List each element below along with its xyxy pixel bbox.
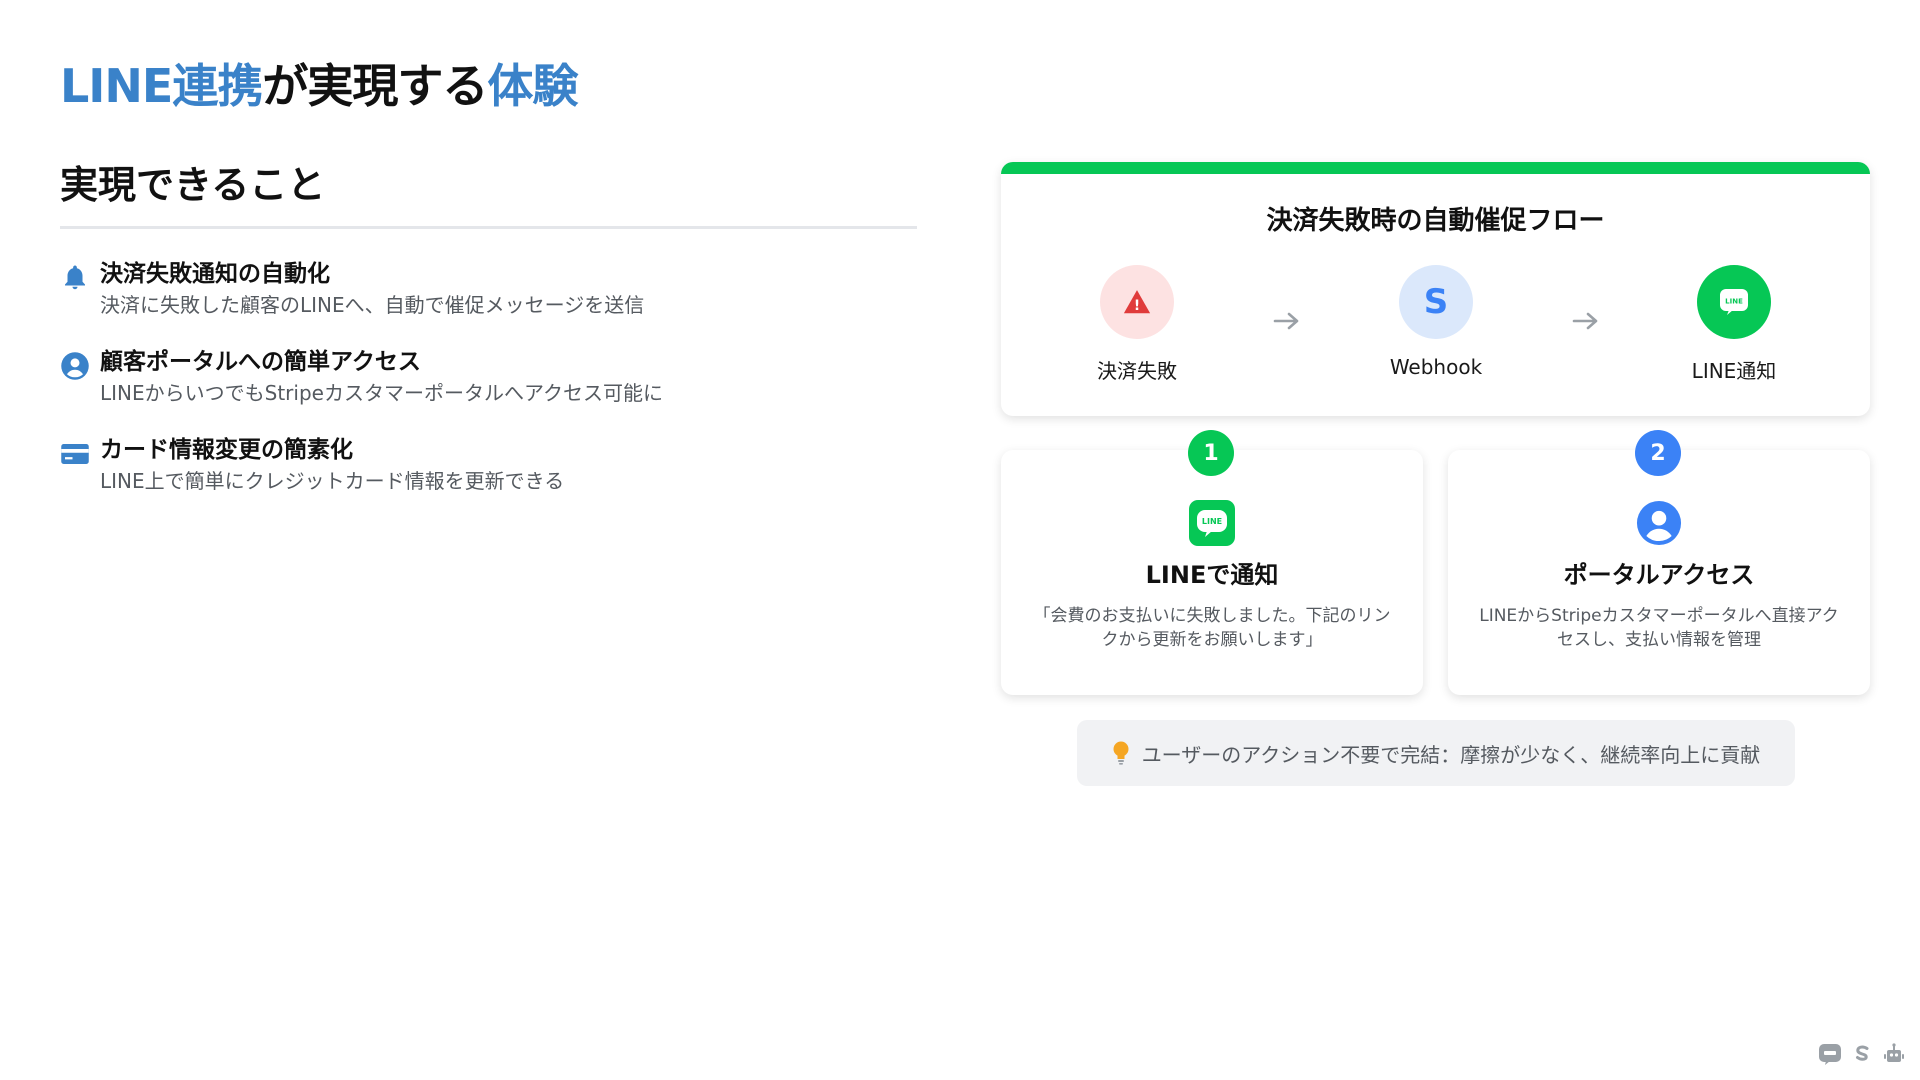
features-divider — [60, 226, 917, 229]
tip-box: ユーザーのアクション不要で完結：摩擦が少なく、継続率向上に貢献 — [1077, 720, 1795, 786]
flow-card-accent-bar — [1001, 162, 1870, 174]
feature-item-portal-access: 顧客ポータルへの簡単アクセス LINEからいつでもStripeカスタマーポータル… — [60, 347, 917, 409]
arrow-right-icon — [1273, 312, 1299, 330]
arrow-right-icon — [1572, 312, 1598, 330]
bell-icon — [65, 265, 85, 290]
feature-desc: 決済に失敗した顧客のLINEへ、自動で催促メッセージを送信 — [100, 293, 645, 317]
flow-step-label: Webhook — [1389, 355, 1483, 379]
robot-icon — [1884, 1043, 1904, 1062]
flow-card: 決済失敗時の自動催促フロー ! 決済失敗 S Webhook LINE LINE… — [1001, 162, 1870, 416]
step-title: LINEで通知 — [1145, 561, 1279, 589]
page-title-middle: が実現する — [262, 59, 488, 113]
stripe-s-icon — [1856, 1045, 1869, 1061]
step-card-line-notify: LINE LINEで通知 「会費のお支払いに失敗しました。下記のリンクから更新を… — [1001, 450, 1423, 695]
lightbulb-icon — [1113, 741, 1129, 765]
warning-icon-mark: ! — [1134, 298, 1140, 314]
flow-step-payment-failed: ! 決済失敗 — [1057, 265, 1217, 384]
line-icon: LINE — [1697, 265, 1771, 339]
line-icon — [1819, 1044, 1841, 1065]
warning-icon: ! — [1100, 265, 1174, 339]
page-title-accent-1: LINE連携 — [60, 59, 263, 113]
line-icon-text: LINE — [1202, 517, 1222, 526]
flow-step-label: 決済失敗 — [1097, 359, 1177, 383]
user-circle-icon — [61, 352, 89, 380]
step-desc: 「会費のお支払いに失敗しました。下記のリンクから更新をお願いします」 — [1033, 606, 1391, 650]
line-icon: LINE — [1189, 500, 1235, 546]
flow-step-webhook: S Webhook — [1356, 265, 1516, 379]
flow-title: 決済失敗時の自動催促フロー — [1266, 206, 1605, 236]
page-title: LINE連携が実現する体験 — [60, 56, 578, 116]
page-title-accent-2: 体験 — [487, 59, 578, 113]
step-badge-1: 1 — [1188, 430, 1234, 476]
line-icon-text: LINE — [1725, 298, 1743, 306]
stripe-s-icon: S — [1399, 265, 1473, 339]
feature-title: カード情報変更の簡素化 — [100, 437, 353, 463]
feature-item-card-update: カード情報変更の簡素化 LINE上で簡単にクレジットカード情報を更新できる — [60, 435, 917, 497]
feature-item-payment-notify: 決済失敗通知の自動化 決済に失敗した顧客のLINEへ、自動で催促メッセージを送信 — [60, 259, 917, 321]
footer-icons — [1818, 1042, 1906, 1066]
flow-step-label: LINE通知 — [1691, 359, 1777, 383]
feature-title: 決済失敗通知の自動化 — [100, 261, 330, 287]
feature-desc: LINEからいつでもStripeカスタマーポータルへアクセス可能に — [100, 381, 663, 405]
stripe-s-letter: S — [1423, 282, 1449, 322]
user-circle-icon — [1636, 500, 1682, 546]
step-badge-2: 2 — [1635, 430, 1681, 476]
step-desc: LINEからStripeカスタマーポータルへ直接アクセスし、支払い情報を管理 — [1479, 606, 1839, 650]
feature-title: 顧客ポータルへの簡単アクセス — [100, 349, 421, 375]
step-card-portal-access: ポータルアクセス LINEからStripeカスタマーポータルへ直接アクセスし、支… — [1448, 450, 1870, 695]
step-title: ポータルアクセス — [1563, 561, 1755, 589]
feature-desc: LINE上で簡単にクレジットカード情報を更新できる — [100, 469, 565, 493]
tip-text: ユーザーのアクション不要で完結：摩擦が少なく、継続率向上に貢献 — [1141, 742, 1761, 767]
features-section: 実現できること 決済失敗通知の自動化 決済に失敗した顧客のLINEへ、自動で催促… — [60, 160, 917, 523]
features-title: 実現できること — [60, 163, 326, 207]
flow-step-line-notify: LINE LINE通知 — [1654, 265, 1814, 384]
credit-card-icon — [61, 444, 89, 464]
